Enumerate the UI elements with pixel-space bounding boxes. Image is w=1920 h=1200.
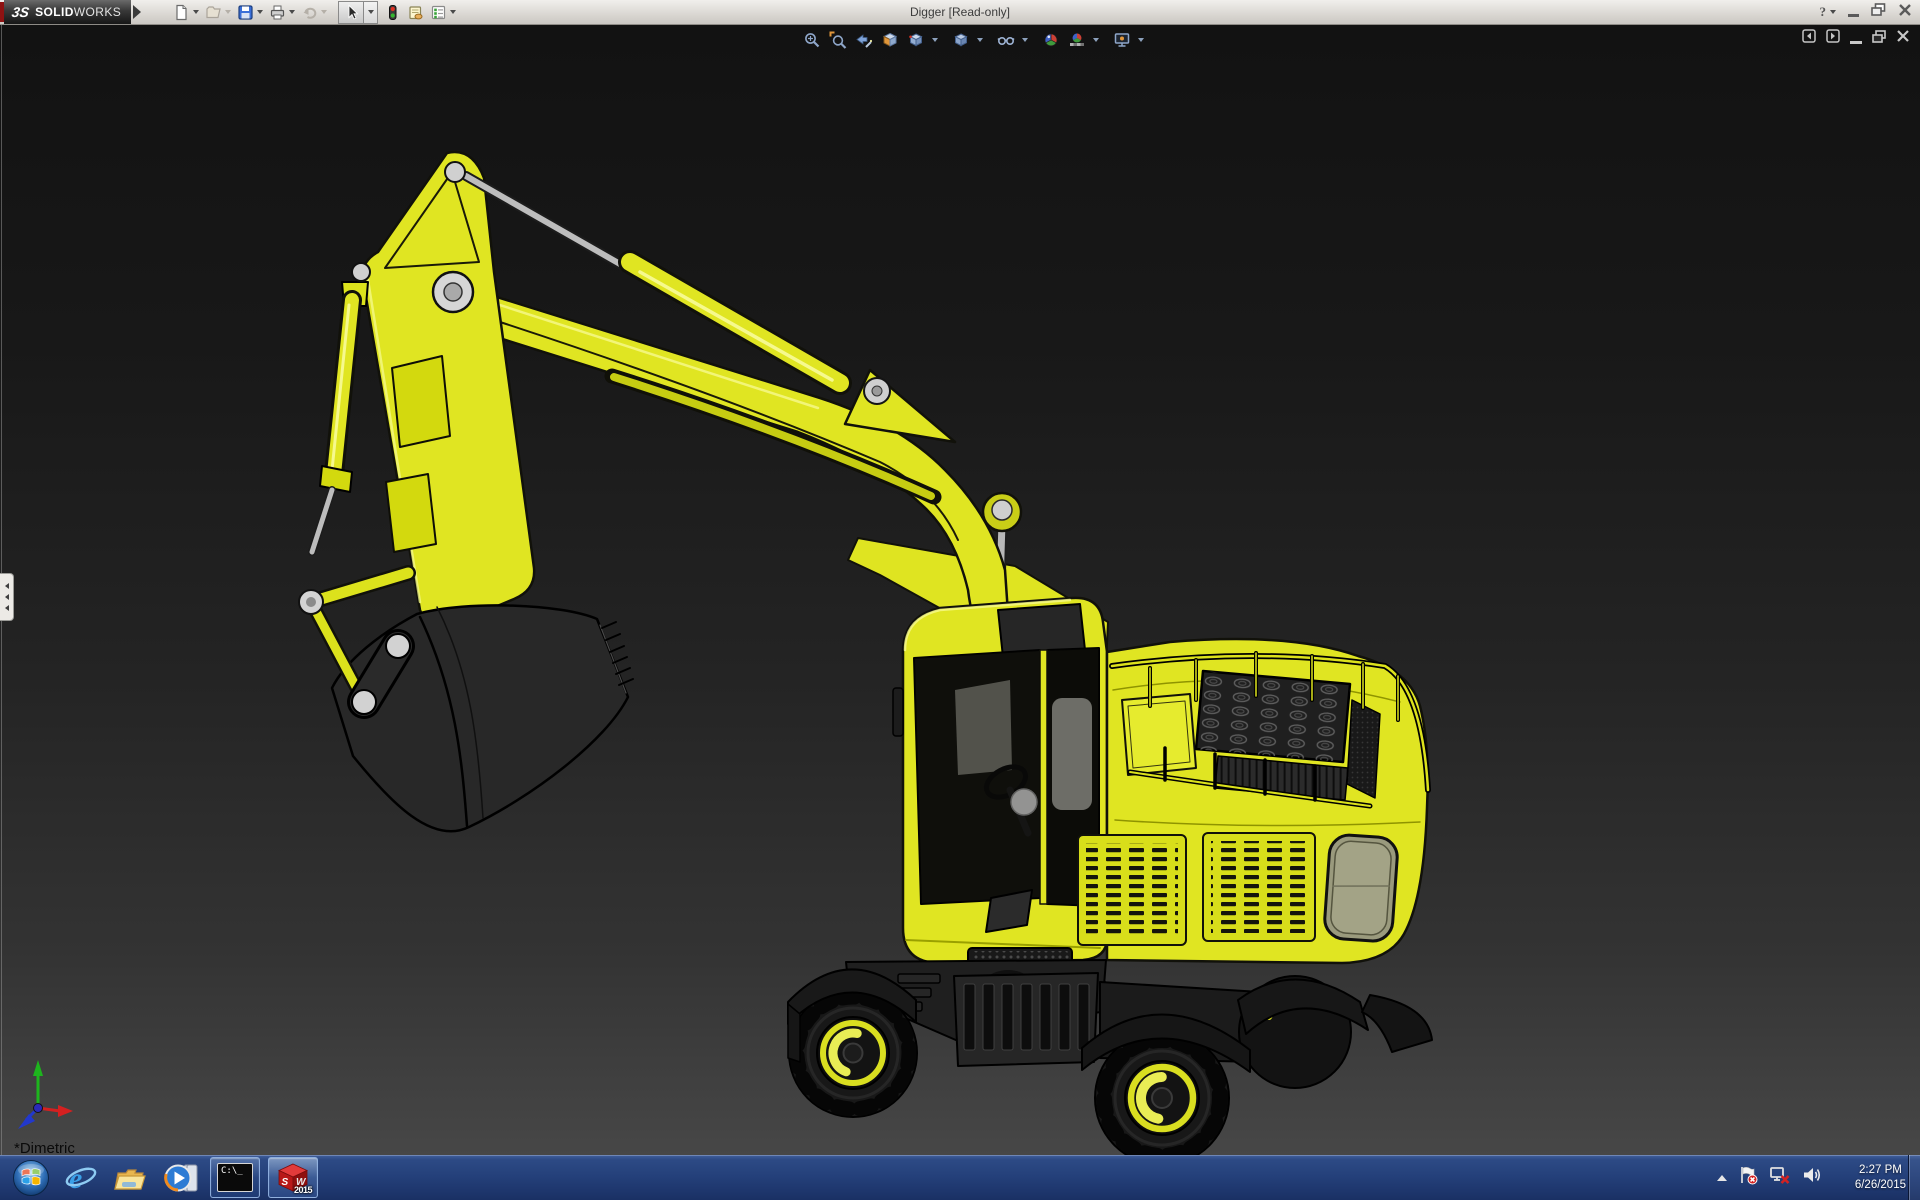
orientation-triad[interactable] <box>18 1060 73 1129</box>
volume-icon[interactable] <box>1802 1165 1822 1190</box>
internet-explorer-icon[interactable]: e <box>60 1156 102 1199</box>
minimize-button[interactable] <box>1848 14 1859 17</box>
collapse-arrow-icon <box>5 594 9 600</box>
hide-show-items-dropdown[interactable] <box>1022 38 1028 42</box>
feature-tree-collapsed-tab[interactable] <box>0 573 14 621</box>
svg-text:e: e <box>69 1162 82 1195</box>
new-button[interactable] <box>170 1 202 23</box>
restore-button[interactable] <box>1871 3 1886 21</box>
taskbar-left: e C:\_ <box>0 1155 322 1200</box>
system-tray <box>1717 1155 1822 1200</box>
edit-appearance-icon[interactable] <box>1039 28 1063 52</box>
command-prompt-icon: C:\_ <box>217 1163 253 1192</box>
solidworks-taskbar-button[interactable]: S W 2015 <box>268 1157 318 1198</box>
undo-button[interactable] <box>298 1 330 23</box>
start-button[interactable] <box>10 1156 52 1199</box>
save-dropdown[interactable] <box>257 10 263 14</box>
document-close-button[interactable] <box>1896 29 1910 48</box>
window-controls: ? <box>1820 0 1913 24</box>
select-tool <box>338 1 378 24</box>
rebuild-button[interactable] <box>381 1 404 23</box>
solidworks-icon: S W 2015 <box>276 1162 310 1194</box>
bucket[interactable] <box>332 605 633 831</box>
apply-scene-icon[interactable] <box>1065 28 1089 52</box>
brand-mark: 3S <box>11 4 31 20</box>
standard-toolbar <box>170 1 459 23</box>
print-button[interactable] <box>266 1 298 23</box>
tray-time: 2:27 PM <box>1859 1163 1902 1178</box>
command-prompt-label: C:\_ <box>221 1167 243 1176</box>
collapse-arrow-icon <box>5 605 9 611</box>
view-settings-dropdown[interactable] <box>1138 38 1144 42</box>
brand-solid: SOLID <box>35 5 74 19</box>
heads-up-view-toolbar <box>800 27 1144 53</box>
command-prompt-taskbar-button[interactable]: C:\_ <box>210 1157 260 1198</box>
view-orientation-label: *Dimetric <box>14 1140 75 1155</box>
excavator-model[interactable] <box>299 152 1432 1155</box>
options-dropdown[interactable] <box>450 10 456 14</box>
print-dropdown[interactable] <box>289 10 295 14</box>
open-button[interactable] <box>202 1 234 23</box>
solidworks-year-label: 2015 <box>294 1185 312 1195</box>
show-hidden-icons-button[interactable] <box>1717 1175 1727 1181</box>
select-button[interactable] <box>338 1 364 24</box>
media-player-icon[interactable] <box>160 1156 202 1199</box>
open-dropdown[interactable] <box>225 10 231 14</box>
menu-expand-arrow[interactable] <box>133 5 141 19</box>
options-button[interactable] <box>427 1 459 23</box>
brand-works: WORKS <box>74 5 121 19</box>
solidworks-logo: 3S SOLIDWORKS <box>4 0 131 24</box>
view-settings-icon[interactable] <box>1110 28 1134 52</box>
view-orientation-dropdown[interactable] <box>932 38 938 42</box>
windows-explorer-icon[interactable] <box>110 1156 152 1199</box>
model-canvas[interactable]: *Dimetric <box>0 0 1920 1155</box>
save-button[interactable] <box>234 1 266 23</box>
collapse-arrow-icon <box>5 583 9 589</box>
previous-view-icon[interactable] <box>852 28 876 52</box>
view-orientation-icon[interactable] <box>904 28 928 52</box>
hide-show-items-icon[interactable] <box>994 28 1018 52</box>
select-dropdown[interactable] <box>364 1 378 24</box>
tray-clock[interactable]: 2:27 PM 6/26/2015 <box>1855 1155 1906 1200</box>
document-restore-button[interactable] <box>1872 30 1886 48</box>
network-disconnected-icon[interactable] <box>1769 1165 1791 1190</box>
tray-date: 6/26/2015 <box>1855 1178 1906 1193</box>
help-button[interactable]: ? <box>1820 4 1837 20</box>
undo-dropdown[interactable] <box>321 10 327 14</box>
document-window-controls <box>1802 29 1910 48</box>
collapse-pane-icon[interactable] <box>1802 29 1816 48</box>
file-properties-button[interactable] <box>404 1 427 23</box>
show-desktop-button[interactable] <box>1908 1155 1920 1200</box>
boom-group[interactable] <box>363 152 1108 666</box>
action-center-icon[interactable] <box>1738 1165 1758 1190</box>
close-button[interactable] <box>1898 3 1912 22</box>
new-dropdown[interactable] <box>193 10 199 14</box>
expand-pane-icon[interactable] <box>1826 29 1840 48</box>
zoom-to-area-icon[interactable] <box>826 28 850 52</box>
taskbar: e C:\_ <box>0 1155 1920 1200</box>
cab[interactable] <box>893 598 1107 963</box>
svg-text:S: S <box>282 1177 289 1188</box>
display-style-dropdown[interactable] <box>977 38 983 42</box>
display-style-icon[interactable] <box>949 28 973 52</box>
apply-scene-dropdown[interactable] <box>1093 38 1099 42</box>
title-bar: 3S SOLIDWORKS <box>0 0 1920 25</box>
zoom-to-fit-icon[interactable] <box>800 28 824 52</box>
section-view-icon[interactable] <box>878 28 902 52</box>
document-minimize-button[interactable] <box>1850 41 1862 44</box>
